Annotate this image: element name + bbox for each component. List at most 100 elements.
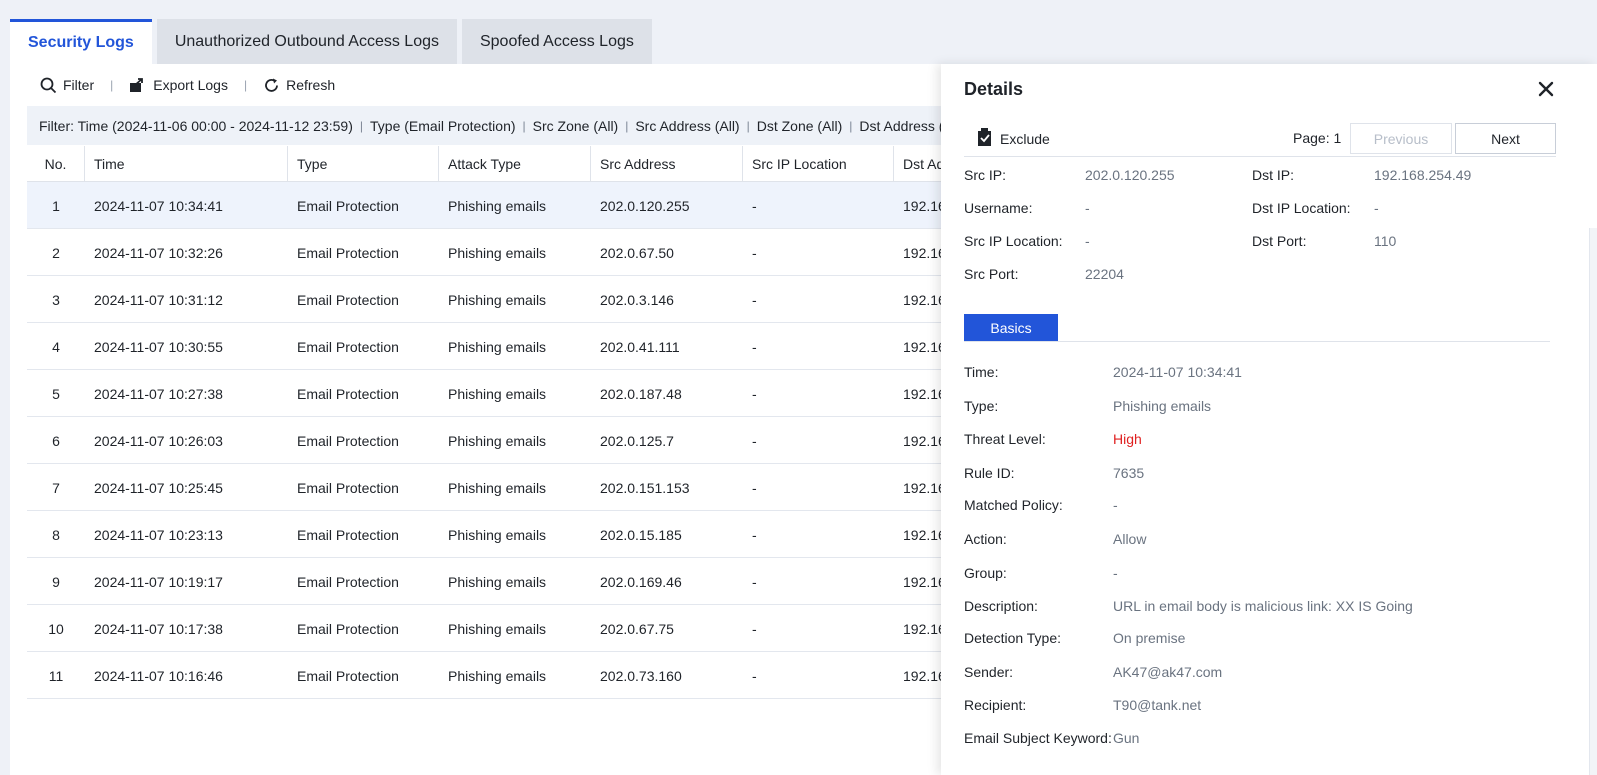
basics-key: Action:	[964, 531, 1007, 547]
table-row[interactable]: 6 2024-11-07 10:26:03 Email Protection Phis…	[27, 417, 967, 464]
basics-value-label: URL in email body is malicious link: XX …	[1113, 598, 1413, 614]
row-attack-type: Phishing emails	[448, 432, 547, 449]
tab-unauthorized-outbound-access-logs[interactable]: Unauthorized Outbound Access Logs	[156, 19, 457, 64]
src-ip-field: Src IP:	[964, 167, 1006, 183]
filter-item-src-address[interactable]: Src Address (All)	[635, 118, 739, 134]
filter-item-type[interactable]: Type (Email Protection)	[370, 118, 516, 134]
table-row[interactable]: 7 2024-11-07 10:25:45 Email Protection Phis…	[27, 464, 967, 511]
active-filter-bar: Filter: Time (2024-11-06 00:00 - 2024-11…	[27, 106, 967, 145]
username-field: Username:	[964, 200, 1032, 216]
basics-key-label: Threat Level:	[964, 431, 1046, 447]
basics-key-label: Type:	[964, 398, 999, 414]
table-row[interactable]: 4 2024-11-07 10:30:55 Email Protection Phis…	[27, 323, 967, 370]
basics-value-label: Allow	[1113, 531, 1147, 547]
details-title: Details	[964, 79, 1024, 99]
username-value: -	[1085, 200, 1090, 216]
filter-label: Filter	[63, 77, 95, 93]
src-ip-location-value-wrap: -	[1085, 233, 1090, 249]
row-attack-type: Phishing emails	[448, 338, 547, 355]
export-logs-button[interactable]: Export Logs	[129, 76, 228, 94]
row-number: 7	[52, 479, 60, 496]
next-button[interactable]: Next	[1455, 123, 1556, 154]
tab-security-logs[interactable]: Security Logs	[10, 19, 152, 64]
filter-item-src-zone[interactable]: Src Zone (All)	[533, 118, 619, 134]
filter-item-time[interactable]: Filter: Time (2024-11-06 00:00 - 2024-11…	[39, 118, 353, 134]
row-type: Email Protection	[297, 573, 399, 590]
dst-port-value-wrap: 110	[1374, 233, 1396, 249]
row-type: Email Protection	[297, 338, 399, 355]
table-row[interactable]: 5 2024-11-07 10:27:38 Email Protection Phis…	[27, 370, 967, 417]
previous-button[interactable]: Previous	[1350, 123, 1452, 154]
dst-ip-location-key: Dst IP Location:	[1252, 200, 1351, 216]
row-src-address: 202.0.3.146	[600, 291, 674, 308]
column-header-time[interactable]: Time	[85, 146, 288, 182]
table-row[interactable]: 11 2024-11-07 10:16:46 Email Protection Phi…	[27, 652, 967, 699]
table-row[interactable]: 9 2024-11-07 10:19:17 Email Protection Phis…	[27, 558, 967, 605]
basics-key: Sender:	[964, 664, 1013, 680]
table-row[interactable]: 1 2024-11-07 10:34:41 Email Protection Phis…	[27, 182, 967, 229]
basics-key: Detection Type:	[964, 630, 1061, 646]
column-header-src-address[interactable]: Src Address	[591, 146, 743, 182]
dst-ip-location-value-wrap: -	[1374, 200, 1379, 216]
logs-table: No. Time Type Attack Type Src Address Sr…	[27, 146, 967, 720]
src-ip-value-wrap: 202.0.120.255	[1085, 167, 1175, 183]
row-src-address: 202.0.41.111	[600, 338, 680, 355]
table-row[interactable]: 10 2024-11-07 10:17:38 Email Protection Phi…	[27, 605, 967, 652]
filter-item-dst-zone[interactable]: Dst Zone (All)	[757, 118, 843, 134]
basics-value-label: 7635	[1113, 465, 1145, 481]
row-src-ip-location: -	[752, 385, 757, 402]
column-header-src-ip-location[interactable]: Src IP Location	[743, 146, 894, 182]
tab-spoofed-access-logs[interactable]: Spoofed Access Logs	[461, 19, 652, 64]
basics-key-label: Recipient:	[964, 697, 1027, 713]
row-attack-type: Phishing emails	[448, 573, 547, 590]
row-src-ip-location: -	[752, 620, 757, 637]
row-number: 6	[52, 432, 60, 449]
src-ip-location-value: -	[1085, 233, 1090, 249]
exclude-button[interactable]: Exclude	[978, 128, 1050, 149]
table-header: No. Time Type Attack Type Src Address Sr…	[27, 146, 967, 182]
toolbar-separator: |	[110, 78, 114, 92]
column-header-attack-type[interactable]: Attack Type	[439, 146, 591, 182]
details-panel: Details Exclude Page: 1 Previous Next Sr…	[941, 64, 1597, 775]
row-time: 2024-11-07 10:32:26	[94, 244, 223, 261]
row-time: 2024-11-07 10:16:46	[94, 667, 223, 684]
row-time: 2024-11-07 10:34:41	[94, 197, 223, 214]
row-src-ip-location: -	[752, 526, 757, 543]
basics-value: 7635	[1113, 465, 1144, 481]
username-value-wrap: -	[1085, 200, 1090, 216]
row-number: 1	[52, 197, 60, 214]
row-number: 3	[52, 291, 60, 308]
row-src-ip-location: -	[752, 667, 757, 684]
src-ip-key: Src IP:	[964, 167, 1007, 183]
basics-value: 2024-11-07 10:34:41	[1113, 364, 1242, 380]
table-row[interactable]: 8 2024-11-07 10:23:13 Email Protection Phis…	[27, 511, 967, 558]
close-icon[interactable]	[1537, 80, 1555, 98]
basics-key-label: Detection Type:	[964, 630, 1062, 646]
row-attack-type: Phishing emails	[448, 291, 547, 308]
details-scrollbar[interactable]	[1589, 228, 1597, 775]
basics-value: URL in email body is malicious link: XX …	[1113, 598, 1413, 614]
row-src-ip-location: -	[752, 573, 757, 590]
page-indicator: Page: 1	[1293, 130, 1342, 146]
username-key: Username:	[964, 200, 1033, 216]
column-header-no[interactable]: No.	[27, 146, 85, 182]
basics-key: Time:	[964, 364, 998, 380]
row-src-address: 202.0.67.50	[600, 244, 674, 261]
dst-port-key: Dst Port:	[1252, 233, 1307, 249]
column-header-type[interactable]: Type	[288, 146, 439, 182]
row-attack-type: Phishing emails	[448, 479, 547, 496]
row-time: 2024-11-07 10:25:45	[94, 479, 223, 496]
row-src-ip-location: -	[752, 197, 757, 214]
basics-value-label: On premise	[1113, 630, 1186, 646]
tab-basics[interactable]: Basics	[964, 314, 1058, 342]
row-src-address: 202.0.151.153	[600, 479, 690, 496]
dst-port-field: Dst Port:	[1252, 233, 1306, 249]
filter-button[interactable]: Filter	[40, 77, 94, 94]
row-src-address: 202.0.125.7	[600, 432, 674, 449]
table-row[interactable]: 3 2024-11-07 10:31:12 Email Protection Phis…	[27, 276, 967, 323]
filter-separator: |	[746, 118, 750, 133]
table-row[interactable]: 2 2024-11-07 10:32:26 Email Protection Phis…	[27, 229, 967, 276]
refresh-button[interactable]: Refresh	[263, 77, 335, 94]
basics-key: Matched Policy:	[964, 497, 1063, 513]
basics-value: Allow	[1113, 531, 1146, 547]
